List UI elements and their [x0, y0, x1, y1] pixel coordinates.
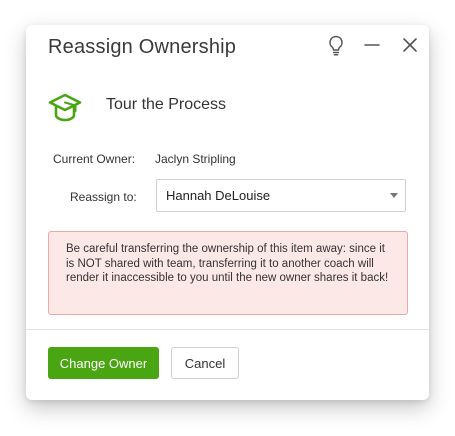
chevron-down-icon [390, 193, 398, 198]
item-name: Tour the Process [106, 96, 227, 113]
reassign-ownership-dialog: Reassign Ownership Tour the Process Curr… [26, 25, 429, 400]
cancel-button[interactable]: Cancel [171, 347, 239, 379]
page: Reassign Ownership Tour the Process Curr… [0, 0, 455, 436]
graduation-cap-icon [48, 91, 82, 125]
minimize-icon[interactable] [360, 33, 384, 57]
current-owner-label: Current Owner: [53, 152, 136, 166]
reassign-to-selected-value: Hannah DeLouise [166, 188, 271, 203]
reassign-to-label: Reassign to: [70, 190, 137, 204]
reassign-to-select[interactable]: Hannah DeLouise [156, 179, 406, 212]
close-icon[interactable] [398, 33, 422, 57]
lightbulb-icon[interactable] [324, 33, 348, 57]
footer-divider [26, 329, 429, 330]
change-owner-button[interactable]: Change Owner [48, 347, 159, 379]
current-owner-value: Jaclyn Stripling [155, 152, 236, 166]
dialog-title: Reassign Ownership [48, 36, 237, 58]
warning-message: Be careful transferring the ownership of… [48, 231, 408, 315]
warning-text: Be careful transferring the ownership of… [66, 243, 389, 284]
